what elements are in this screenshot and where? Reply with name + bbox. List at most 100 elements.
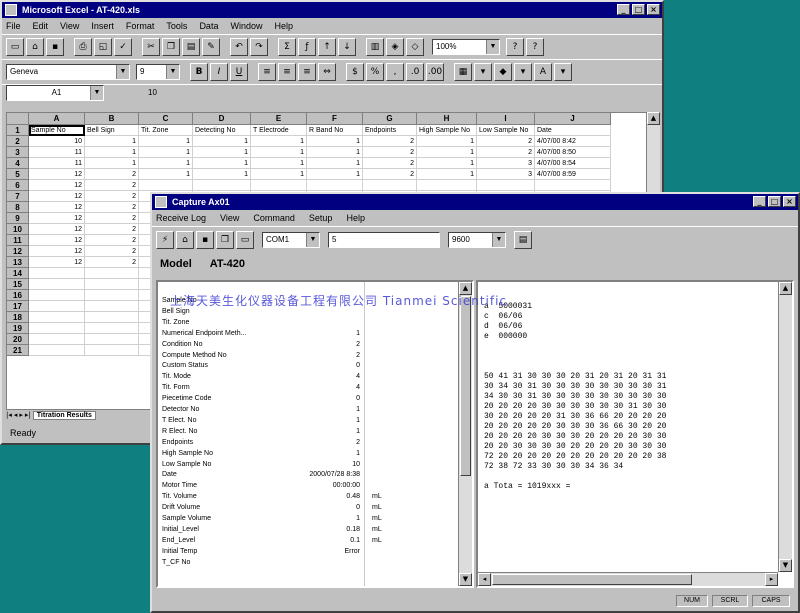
table-cell[interactable]: 3 xyxy=(477,158,535,169)
capture-menu-help[interactable]: Help xyxy=(346,213,365,223)
excel-menu-help[interactable]: Help xyxy=(274,21,293,31)
field-value[interactable]: 1 xyxy=(278,449,360,458)
connect-icon[interactable]: ⚡ xyxy=(156,231,174,249)
column-header-b[interactable]: B xyxy=(85,113,139,125)
scroll-up-arrow-icon[interactable]: ▲ xyxy=(779,282,792,295)
table-cell[interactable] xyxy=(85,323,139,334)
table-cell[interactable] xyxy=(29,290,85,301)
align-center-icon[interactable]: ≡ xyxy=(278,63,296,81)
clear-icon[interactable]: ▭ xyxy=(236,231,254,249)
field-value[interactable]: 4 xyxy=(278,372,360,381)
table-cell[interactable]: 2 xyxy=(85,224,139,235)
copy-icon[interactable]: ❐ xyxy=(162,38,180,56)
chart-wizard-icon[interactable]: ▥ xyxy=(366,38,384,56)
export-excel-icon[interactable]: ▤ xyxy=(514,231,532,249)
underline-icon[interactable]: U xyxy=(230,63,248,81)
fill-dropdown-icon[interactable]: ▾ xyxy=(514,63,532,81)
field-value[interactable]: 0.18 xyxy=(278,525,360,534)
table-cell[interactable]: 1 xyxy=(307,136,363,147)
excel-menu-window[interactable]: Window xyxy=(230,21,262,31)
formula-input[interactable]: 10 xyxy=(108,86,658,100)
table-cell[interactable]: 1 xyxy=(85,136,139,147)
currency-icon[interactable]: $ xyxy=(346,63,364,81)
table-cell[interactable] xyxy=(85,279,139,290)
align-left-icon[interactable]: ≡ xyxy=(258,63,276,81)
save-icon[interactable]: ▪ xyxy=(46,38,64,56)
format-painter-icon[interactable]: ✎ xyxy=(202,38,220,56)
table-cell[interactable]: 4/07/00 8:59 xyxy=(535,169,611,180)
table-cell[interactable]: 1 xyxy=(417,158,477,169)
table-cell[interactable]: 12 xyxy=(29,213,85,224)
table-header-cell[interactable]: T Electrode xyxy=(251,125,307,136)
field-value[interactable]: Error xyxy=(278,547,360,556)
table-cell[interactable] xyxy=(251,180,307,191)
map-icon[interactable]: ◈ xyxy=(386,38,404,56)
bold-icon[interactable]: B xyxy=(190,63,208,81)
table-cell[interactable] xyxy=(85,268,139,279)
table-header-cell[interactable]: Bell Sign xyxy=(85,125,139,136)
table-cell[interactable] xyxy=(363,180,417,191)
table-header-cell[interactable]: Tit. Zone xyxy=(139,125,193,136)
last-sheet-icon[interactable]: ▸| xyxy=(25,411,31,419)
scroll-down-arrow-icon[interactable]: ▼ xyxy=(779,559,792,572)
table-cell[interactable]: 2 xyxy=(85,213,139,224)
scroll-right-arrow-icon[interactable]: ▸ xyxy=(765,573,778,586)
table-cell[interactable]: 1 xyxy=(193,169,251,180)
table-cell[interactable]: 12 xyxy=(29,224,85,235)
column-header-j[interactable]: J xyxy=(535,113,611,125)
table-cell[interactable]: 12 xyxy=(29,235,85,246)
name-box[interactable]: A1 ▼ xyxy=(6,85,104,101)
table-cell[interactable] xyxy=(29,345,85,356)
column-header-i[interactable]: I xyxy=(477,113,535,125)
table-cell[interactable]: 2 xyxy=(363,136,417,147)
table-cell[interactable] xyxy=(193,180,251,191)
row-header[interactable]: 2 xyxy=(7,136,29,147)
table-cell[interactable]: 1 xyxy=(417,147,477,158)
copy-icon[interactable]: ❐ xyxy=(216,231,234,249)
table-cell[interactable]: 1 xyxy=(139,136,193,147)
field-value[interactable]: 1 xyxy=(278,427,360,436)
row-header[interactable]: 15 xyxy=(7,279,29,290)
table-cell[interactable]: 4/07/00 8:54 xyxy=(535,158,611,169)
table-cell[interactable]: 2 xyxy=(85,257,139,268)
row-header[interactable]: 16 xyxy=(7,290,29,301)
percent-icon[interactable]: % xyxy=(366,63,384,81)
table-cell[interactable] xyxy=(85,301,139,312)
row-header[interactable]: 14 xyxy=(7,268,29,279)
field-value[interactable]: 2 xyxy=(278,438,360,447)
table-cell[interactable] xyxy=(29,301,85,312)
undo-icon[interactable]: ↶ xyxy=(230,38,248,56)
table-header-cell[interactable]: High Sample No xyxy=(417,125,477,136)
column-header-g[interactable]: G xyxy=(363,113,417,125)
fill-color-icon[interactable]: ◆ xyxy=(494,63,512,81)
chevron-down-icon[interactable]: ▼ xyxy=(166,65,179,79)
row-header[interactable]: 3 xyxy=(7,147,29,158)
table-cell[interactable]: 1 xyxy=(193,136,251,147)
row-header[interactable]: 8 xyxy=(7,202,29,213)
excel-app-icon[interactable] xyxy=(5,4,17,16)
excel-menu-file[interactable]: File xyxy=(6,21,21,31)
capture-titlebar[interactable]: Capture Ax01 _ □ × xyxy=(152,194,798,210)
table-cell[interactable]: 1 xyxy=(307,169,363,180)
row-header[interactable]: 21 xyxy=(7,345,29,356)
table-cell[interactable]: 1 xyxy=(85,158,139,169)
paste-icon[interactable]: ▤ xyxy=(182,38,200,56)
table-cell[interactable]: 1 xyxy=(193,158,251,169)
comma-icon[interactable]: , xyxy=(386,63,404,81)
table-cell[interactable]: 10 xyxy=(29,136,85,147)
scroll-left-arrow-icon[interactable]: ◂ xyxy=(478,573,491,586)
row-header[interactable]: 6 xyxy=(7,180,29,191)
close-button[interactable]: × xyxy=(783,196,796,207)
raw-data-horizontal-scrollbar[interactable]: ◂ ▸ xyxy=(478,572,778,586)
decrease-decimal-icon[interactable]: .00 xyxy=(426,63,444,81)
table-cell[interactable]: 2 xyxy=(85,202,139,213)
table-cell[interactable]: 1 xyxy=(251,147,307,158)
table-cell[interactable]: 12 xyxy=(29,169,85,180)
table-header-cell[interactable]: R Band No xyxy=(307,125,363,136)
table-cell[interactable]: 4/07/00 8:50 xyxy=(535,147,611,158)
table-cell[interactable] xyxy=(477,180,535,191)
h-scroll-thumb[interactable] xyxy=(492,574,692,585)
italic-icon[interactable]: I xyxy=(210,63,228,81)
help-icon[interactable]: ? xyxy=(526,38,544,56)
table-cell[interactable]: 11 xyxy=(29,147,85,158)
